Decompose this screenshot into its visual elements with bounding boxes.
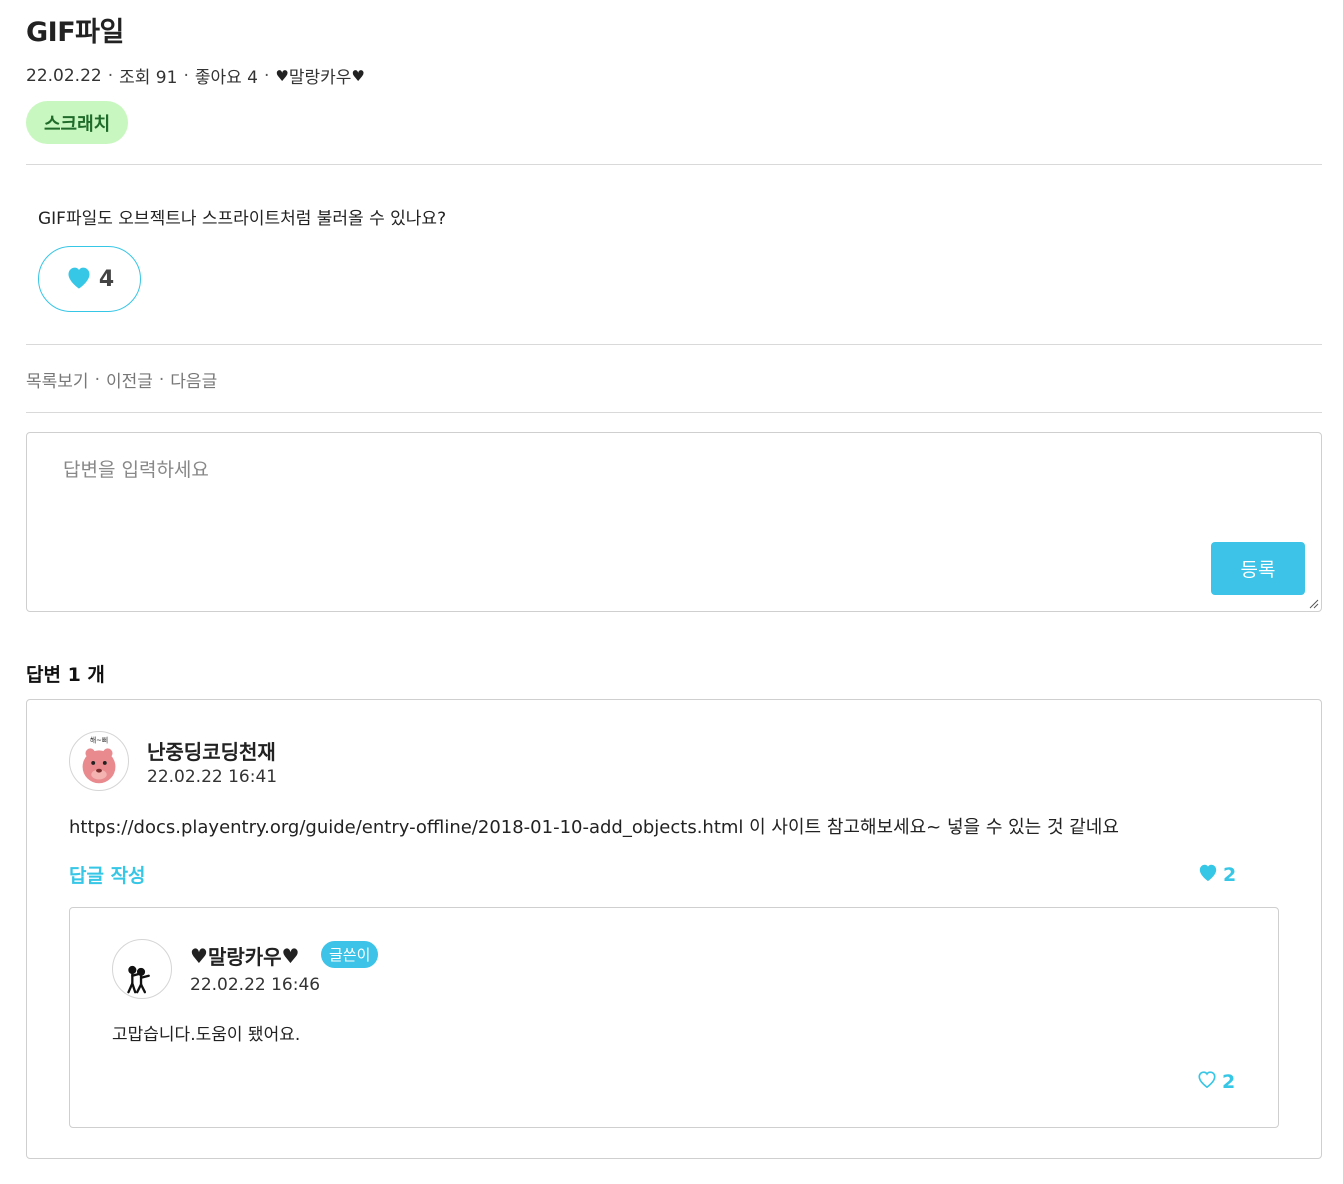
post-body: GIF파일도 오브젝트나 스프라이트처럼 불러올 수 있나요?	[38, 209, 447, 229]
reply-like-button[interactable]: 2	[1196, 1069, 1235, 1094]
separator-dot: ·	[183, 65, 189, 86]
answer-like-count: 2	[1223, 863, 1237, 886]
avatar[interactable]	[112, 939, 172, 999]
answer-text: https://docs.playentry.org/guide/entry-o…	[69, 817, 1119, 838]
answer-like-button[interactable]: 2	[1197, 862, 1236, 887]
reply-card: ♥ 말랑카우 ♥ 글쓴이 22.02.22 16:46 고맙습니다.도움이 됐어…	[69, 907, 1279, 1128]
reply-author-name: 말랑카우	[207, 945, 282, 969]
reply-like-count: 2	[1222, 1070, 1236, 1093]
divider	[26, 344, 1322, 345]
divider	[26, 164, 1322, 165]
post-title: GIF파일	[26, 17, 124, 48]
avatar-image	[127, 965, 150, 994]
next-post-link[interactable]: 다음글	[170, 367, 217, 392]
list-link[interactable]: 목록보기	[26, 367, 89, 392]
reply-author[interactable]: ♥ 말랑카우 ♥	[190, 941, 299, 970]
post-like-count: 4	[98, 266, 115, 292]
prev-post-link[interactable]: 이전글	[106, 367, 153, 392]
answer-date: 22.02.22 16:41	[147, 767, 278, 787]
separator-dot: ·	[263, 65, 270, 86]
black-heart-icon: ♥	[190, 943, 208, 968]
heart-filled-icon	[1197, 862, 1219, 887]
answer-form: 등록	[26, 432, 1322, 612]
black-heart-icon: ♥	[281, 943, 300, 968]
black-heart-icon: ♥	[351, 66, 365, 85]
avatar[interactable]: 해~삐	[69, 731, 129, 791]
post-author-name: 말랑카우	[288, 68, 352, 88]
heart-filled-icon	[65, 264, 93, 295]
post-like-button[interactable]: 4	[38, 246, 141, 312]
category-tag[interactable]: 스크래치	[26, 101, 129, 144]
answers-count-heading: 답변 1 개	[26, 664, 105, 686]
submit-answer-button[interactable]: 등록	[1211, 542, 1305, 595]
black-heart-icon: ♥	[275, 66, 289, 85]
separator-dot: ·	[158, 369, 165, 390]
avatar-image: 해~삐	[82, 736, 116, 784]
avatar-caption: 해~삐	[90, 736, 108, 745]
author-badge: 글쓴이	[321, 941, 379, 968]
post-views: 조회 91	[119, 68, 178, 88]
post-likes: 좋아요 4	[194, 68, 258, 88]
resize-grip-icon[interactable]	[1307, 597, 1319, 609]
answer-card: 해~삐 난중딩코딩천재 22.02.22 16:41 https://docs.…	[26, 699, 1322, 1159]
post-navigation: 목록보기 · 이전글 · 다음글	[26, 367, 217, 393]
reply-text: 고맙습니다.도움이 됐어요.	[112, 1025, 301, 1045]
separator-dot: ·	[94, 369, 100, 390]
reply-date: 22.02.22 16:46	[190, 975, 321, 995]
post-date: 22.02.22	[26, 65, 102, 86]
answer-author-name[interactable]: 난중딩코딩천재	[147, 736, 276, 765]
post-meta: 22.02.22 · 조회 91 · 좋아요 4 · ♥ 말랑카우 ♥	[26, 63, 365, 89]
post-author[interactable]: ♥ 말랑카우 ♥	[275, 63, 365, 89]
answer-input[interactable]	[63, 455, 1163, 575]
divider	[26, 412, 1322, 413]
write-reply-button[interactable]: 답글 작성	[69, 861, 146, 888]
separator-dot: ·	[107, 65, 114, 86]
heart-outline-icon	[1196, 1069, 1218, 1094]
